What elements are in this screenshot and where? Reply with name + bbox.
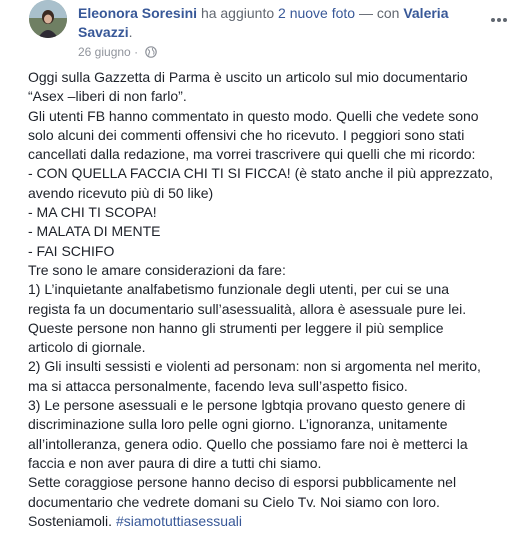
with-separator: — con	[358, 5, 400, 21]
post-line: discriminazione sulla loro pelle ogni gi…	[28, 416, 448, 433]
action-text: ha aggiunto	[200, 5, 275, 21]
post-header: Eleonora Soresini ha aggiunto 2 nuove fo…	[78, 4, 478, 42]
post-line: ma si attacca personalmente, facendo lev…	[28, 377, 408, 394]
globe-icon[interactable]	[145, 46, 158, 61]
avatar-photo	[29, 0, 67, 38]
post-line: - CON QUELLA FACCIA CHI TI SI FICCA! (è …	[28, 165, 494, 182]
post-line: - FAI SCHIFO	[28, 242, 115, 259]
post-line: regista fa un documentario sull’asessual…	[28, 300, 467, 317]
more-options-icon[interactable]	[490, 12, 508, 22]
post-line: articolo di giornale.	[28, 339, 146, 356]
post-line: Queste persone non hanno gli strumenti p…	[28, 319, 444, 336]
author-name-link[interactable]: Eleonora Soresini	[78, 5, 197, 21]
author-avatar[interactable]	[29, 0, 67, 38]
post-line: 2) Gli insulti sessisti e violenti ad pe…	[28, 358, 481, 375]
post-date[interactable]: 26 giugno	[78, 45, 131, 59]
post-line: all’intolleranza, genera odio. Quello ch…	[28, 435, 468, 452]
post-line: “Asex –liberi di non farlo”.	[28, 88, 187, 105]
post-line: Sette coraggiose persone hanno deciso di…	[28, 474, 457, 491]
post-line-last: Sosteniamoli. #siamotuttiasessuali	[28, 512, 523, 531]
post-line: Gli utenti FB hanno commentato in questo…	[28, 107, 479, 124]
date-separator: ·	[134, 45, 139, 59]
post-line: - MALATA DI MENTE	[28, 223, 161, 240]
hashtag-link[interactable]: #siamotuttiasessuali	[116, 513, 242, 529]
post-closing-text: Sosteniamoli.	[28, 512, 113, 529]
post-line: Tre sono le amare considerazioni da fare…	[28, 261, 286, 278]
post-line: faccia e non aver paura di dire a tutti …	[28, 454, 322, 471]
photos-link[interactable]: 2 nuove foto	[278, 5, 355, 21]
post-line: 3) Le persone asessuali e le persone lgb…	[28, 397, 466, 414]
post-body: Oggi sulla Gazzetta di Parma è uscito un…	[28, 68, 523, 531]
post-line: documentario che vedrete domani su Cielo…	[28, 493, 440, 510]
facebook-post: Eleonora Soresini ha aggiunto 2 nuove fo…	[0, 0, 527, 533]
header-period: .	[128, 24, 133, 40]
post-line: Oggi sulla Gazzetta di Parma è uscito un…	[28, 69, 468, 85]
post-line: avendo ricevuto più di 50 like)	[28, 184, 214, 201]
post-line: cancellati dalla redazione, ma vorrei tr…	[28, 146, 476, 163]
post-line: 1) L’inquietante analfabetismo funzional…	[28, 281, 450, 298]
post-meta: 26 giugno ·	[78, 45, 158, 61]
post-line: solo alcuni dei commenti offensivi che h…	[28, 126, 465, 143]
post-line: - MA CHI TI SCOPA!	[28, 204, 157, 221]
